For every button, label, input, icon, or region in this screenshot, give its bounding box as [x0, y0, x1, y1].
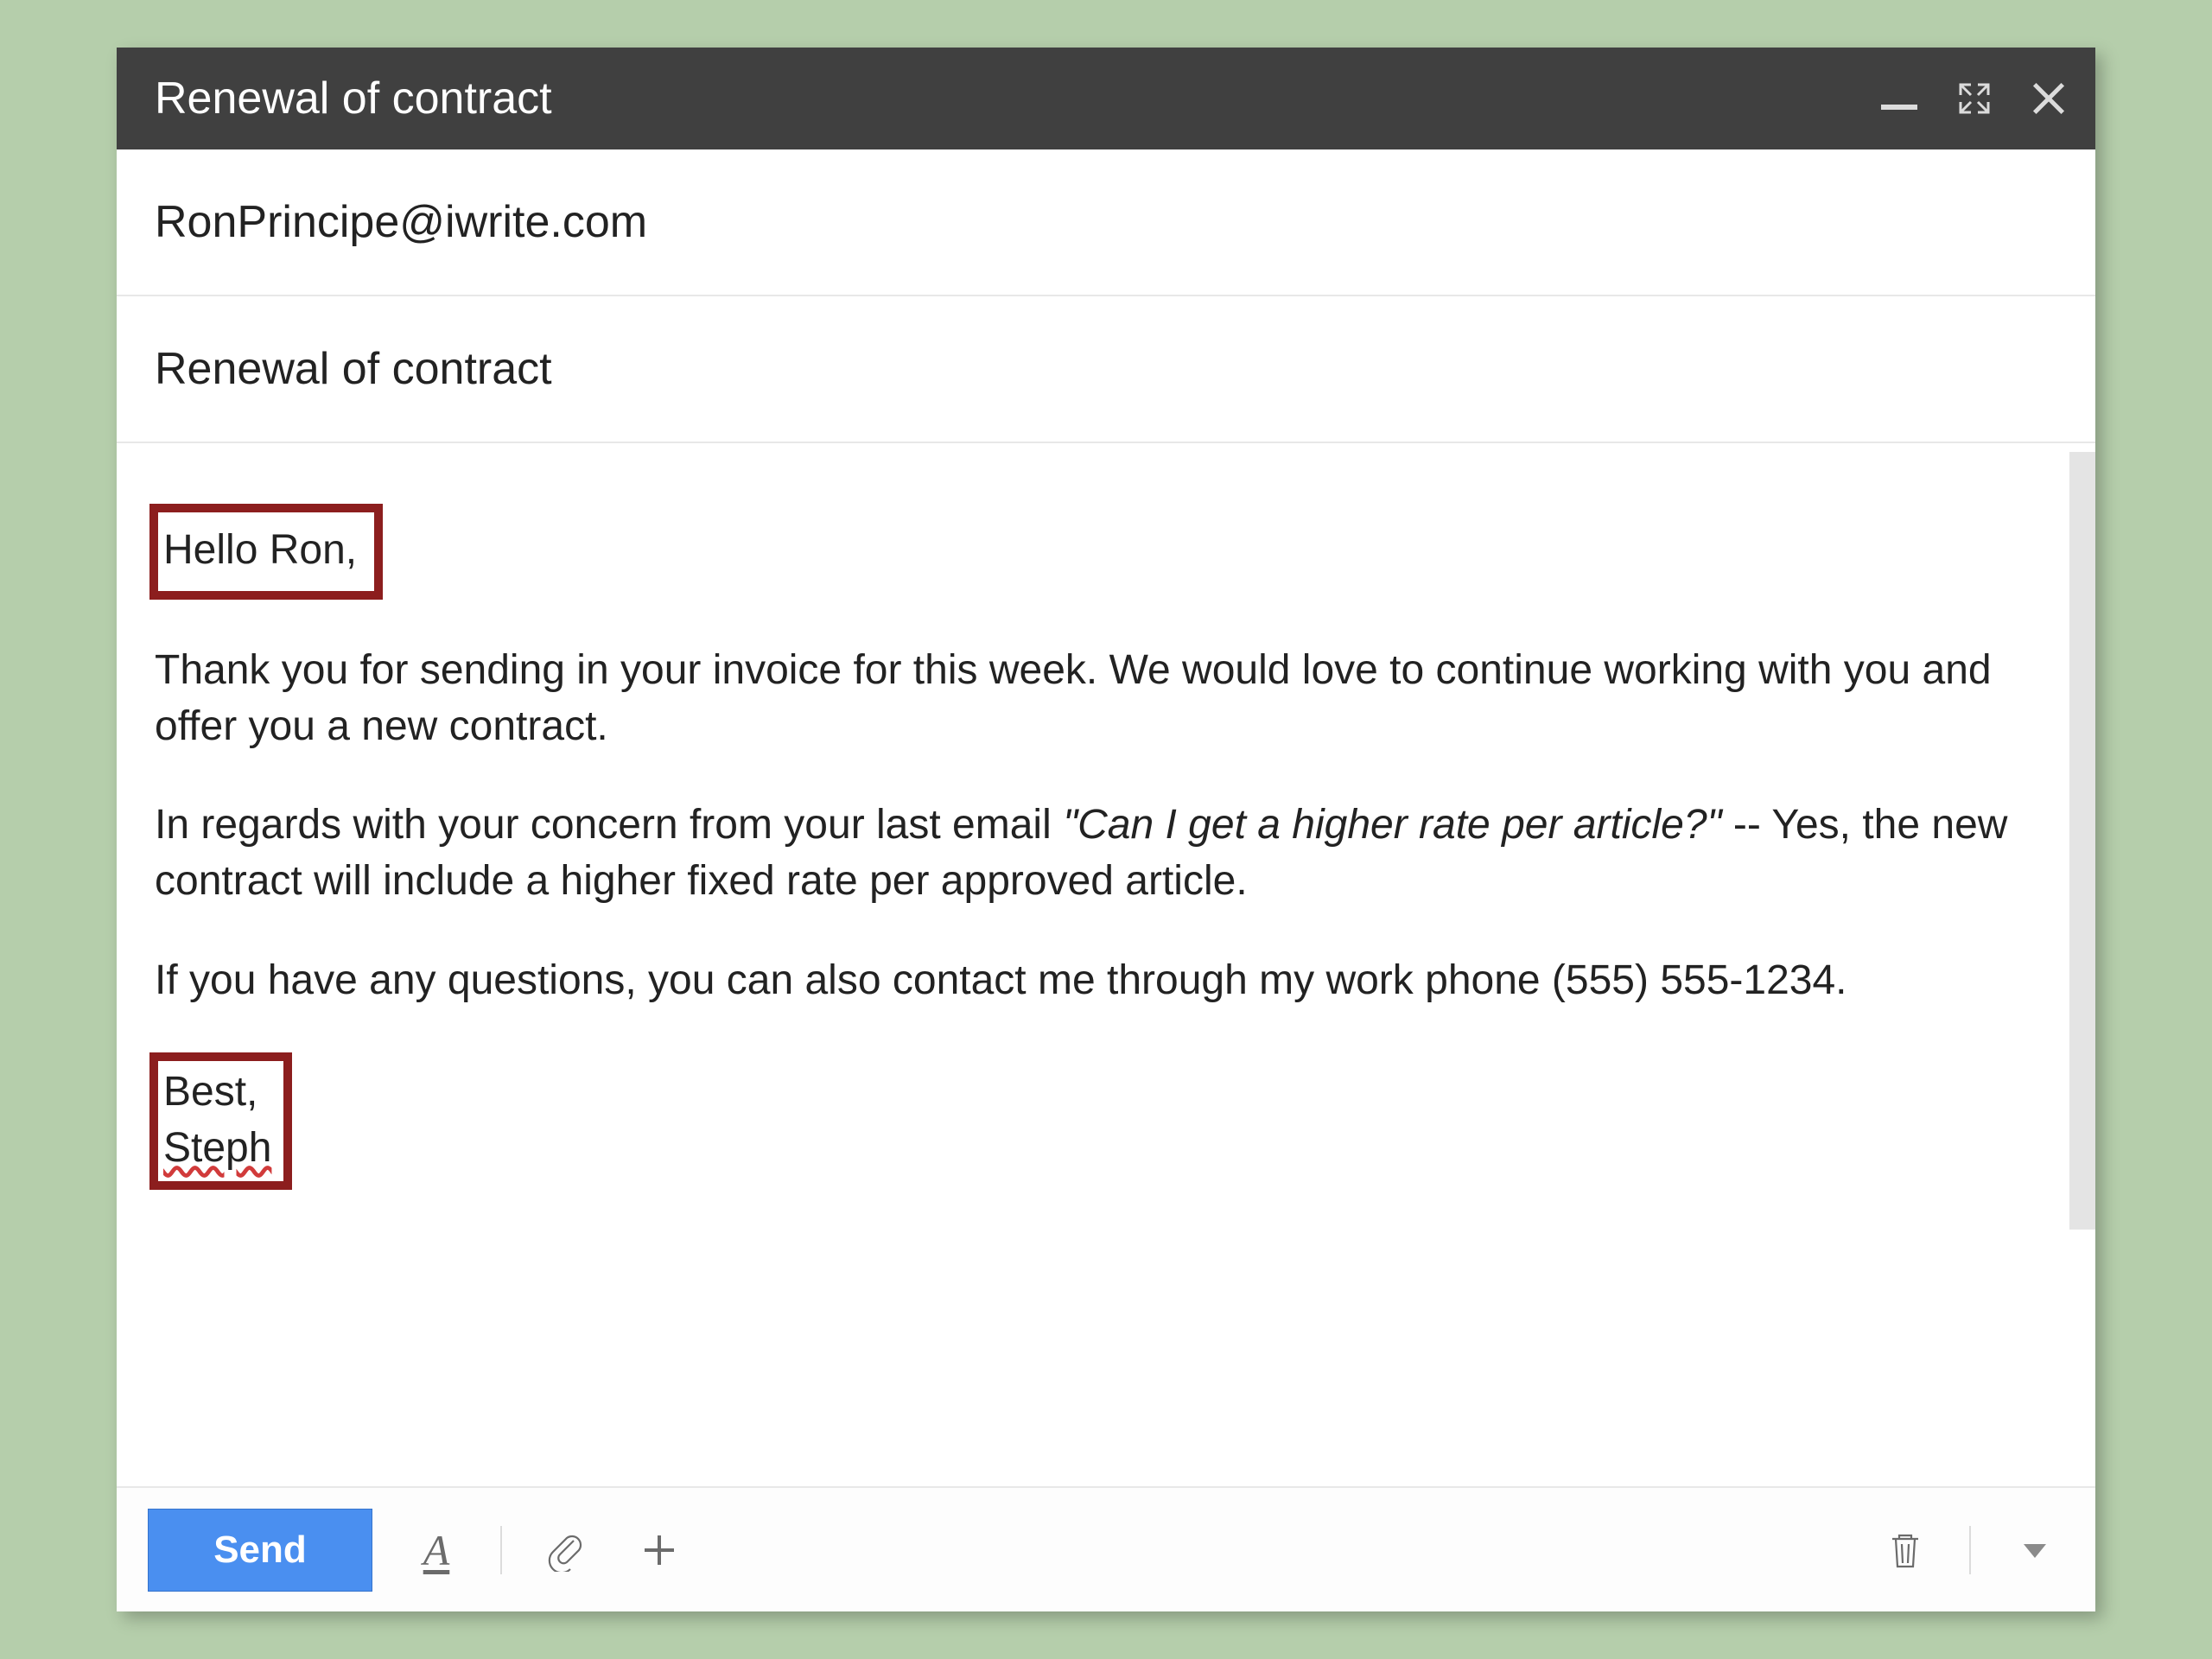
body-para3: If you have any questions, you can also …: [155, 953, 2035, 1009]
toolbar-separator: [500, 1526, 502, 1574]
subject-field[interactable]: Renewal of contract: [117, 296, 2095, 443]
signature-annotation: Best, Steph: [149, 1052, 292, 1191]
greeting-annotation: Hello Ron,: [149, 504, 383, 600]
minimize-icon[interactable]: [1881, 105, 1917, 110]
body-para1: Thank you for sending in your invoice fo…: [155, 643, 2035, 755]
subject-value: Renewal of contract: [155, 343, 552, 395]
message-body[interactable]: Hello Ron, Thank you for sending in your…: [117, 443, 2095, 1486]
window-titlebar: Renewal of contract: [117, 48, 2095, 149]
trash-icon[interactable]: [1876, 1521, 1935, 1580]
body-scrollbar[interactable]: [2069, 452, 2095, 1230]
close-icon[interactable]: [2031, 81, 2066, 116]
to-field[interactable]: RonPrincipe@iwrite.com: [117, 149, 2095, 296]
body-para2: In regards with your concern from your l…: [155, 798, 2035, 910]
body-greeting: Hello Ron,: [163, 527, 357, 573]
send-button[interactable]: Send: [148, 1509, 372, 1592]
body-signature: Steph: [163, 1125, 271, 1171]
more-menu-icon[interactable]: [2005, 1521, 2064, 1580]
window-controls: [1881, 81, 2066, 116]
to-value: RonPrincipe@iwrite.com: [155, 196, 647, 248]
compose-toolbar: Send A: [117, 1486, 2095, 1611]
expand-icon[interactable]: [1957, 81, 1992, 116]
plus-icon[interactable]: [630, 1521, 689, 1580]
window-title: Renewal of contract: [155, 73, 1881, 124]
send-label: Send: [213, 1529, 307, 1572]
quoted-question: "Can I get a higher rate per article?": [1063, 802, 1722, 848]
attach-icon[interactable]: [537, 1521, 595, 1580]
toolbar-separator: [1969, 1526, 1971, 1574]
body-content: Hello Ron, Thank you for sending in your…: [155, 504, 2035, 1478]
compose-window: Renewal of contract RonPrincipe@iwrite.c…: [117, 48, 2095, 1611]
format-icon[interactable]: A: [407, 1521, 466, 1580]
body-signoff: Best,: [163, 1069, 257, 1115]
